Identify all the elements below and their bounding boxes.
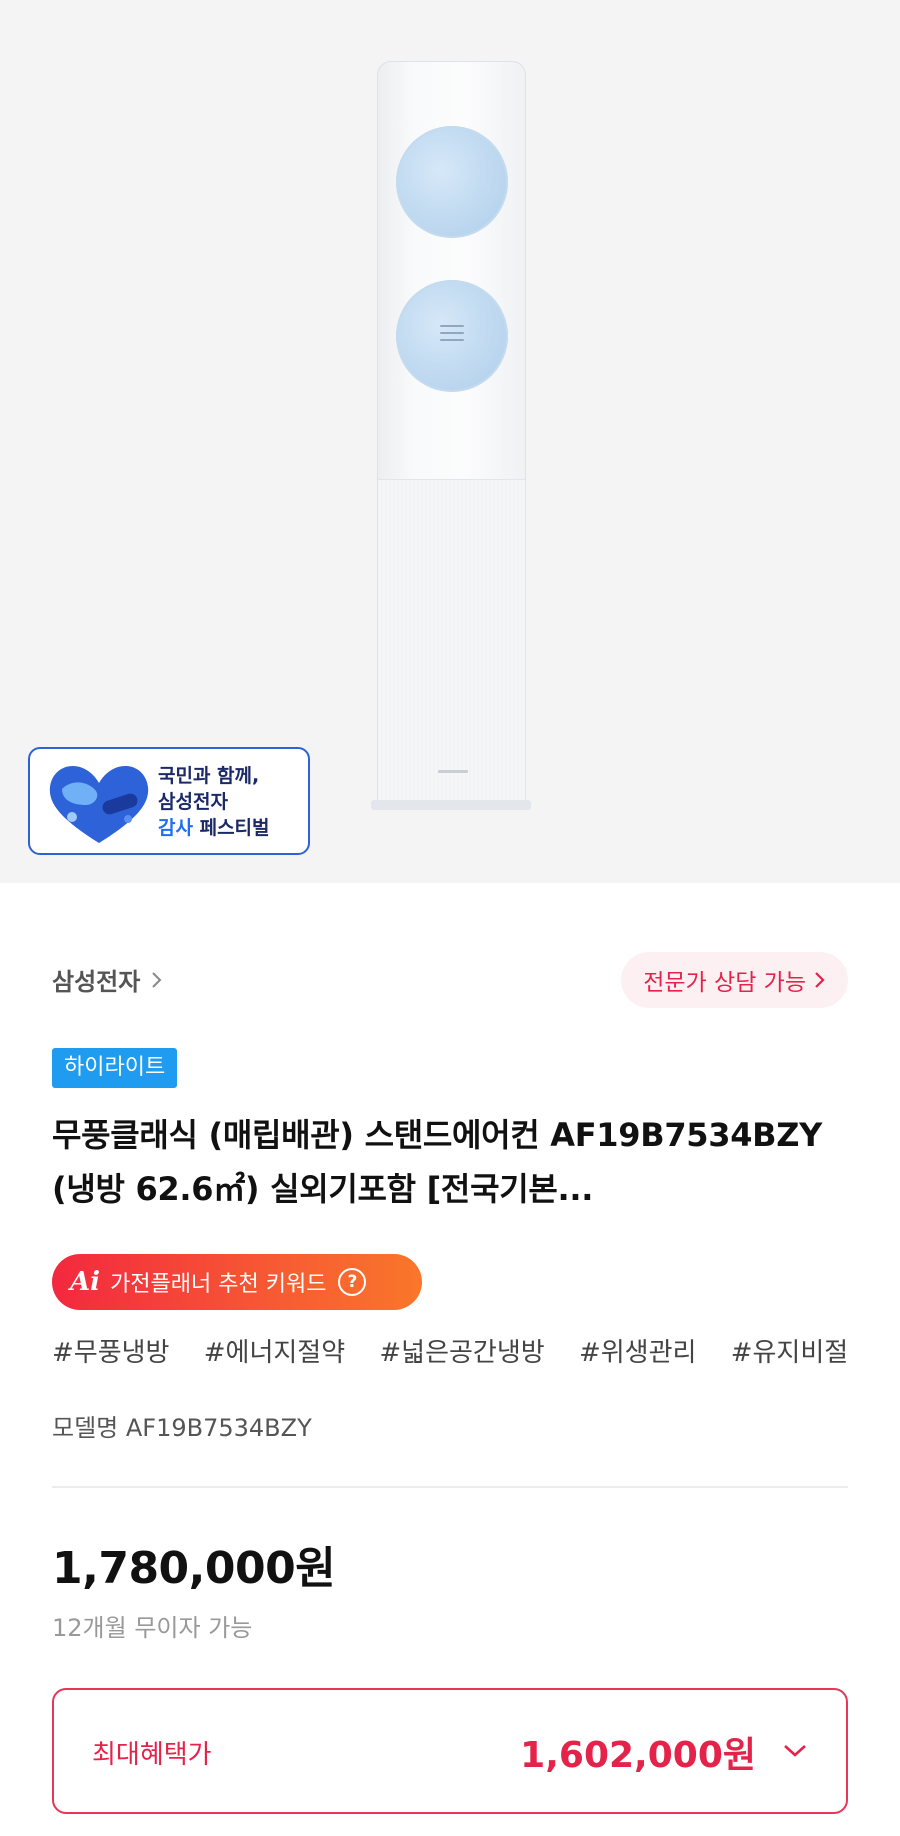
festival-badge: 국민과 함께, 삼성전자 감사 페스티벌 [28, 747, 310, 855]
ac-vent-upper [396, 126, 508, 238]
ac-base [371, 800, 531, 810]
keyword-tag[interactable]: #에너지절약 [204, 1338, 345, 1368]
keyword-tag[interactable]: #위생관리 [579, 1338, 696, 1368]
expert-consult-button[interactable]: 전문가 상담 가능 [621, 952, 848, 1008]
brand-link[interactable]: 삼성전자 [52, 962, 164, 997]
badge-line-2: 삼성전자 [158, 791, 228, 813]
badge-line-3-rest: 페스티벌 [192, 817, 270, 839]
ac-brand-mark [438, 770, 468, 773]
model-name: 모델명 AF19B7534BZY [52, 1414, 312, 1442]
product-title: 무풍클래식 (매립배관) 스탠드에어컨 AF19B7534BZY (냉방 62.… [52, 1116, 823, 1208]
keyword-tag[interactable]: #무풍냉방 [52, 1338, 169, 1368]
ac-lower-panel [378, 480, 525, 806]
badge-line-1: 국민과 함께, [158, 765, 260, 787]
ai-keyword-button[interactable]: Ai 가전플래너 추천 키워드 ? [52, 1254, 422, 1310]
max-benefit-label: 최대혜택가 [92, 1740, 212, 1770]
ac-display [436, 320, 468, 348]
ac-upper-panel [378, 62, 525, 480]
divider [52, 1486, 848, 1488]
highlight-badge: 하이라이트 [52, 1048, 178, 1088]
product-price: 1,780,000원 [52, 1543, 336, 1594]
ai-keyword-label: 가전플래너 추천 키워드 [110, 1272, 327, 1297]
help-circle-icon[interactable]: ? [338, 1268, 367, 1296]
badge-line-3-accent: 감사 [158, 817, 193, 839]
chevron-right-icon [815, 972, 825, 988]
brand-name: 삼성전자 [52, 968, 141, 996]
product-image[interactable]: 국민과 함께, 삼성전자 감사 페스티벌 [0, 0, 900, 883]
installment-info: 12개월 무이자 가능 [52, 1614, 253, 1642]
keyword-tag[interactable]: #넓은공간냉방 [379, 1338, 544, 1368]
chevron-down-icon [784, 1745, 806, 1757]
heart-emblem-icon [49, 765, 149, 843]
ai-logo: Ai [70, 1267, 101, 1297]
badge-line-3: 감사 페스티벌 [158, 815, 270, 841]
ac-vent-lower [396, 280, 508, 392]
chevron-right-icon [152, 971, 162, 988]
max-benefit-price-toggle[interactable]: 최대혜택가 1,602,000원 [52, 1688, 848, 1814]
keyword-tag[interactable]: #유지비절 [731, 1338, 848, 1368]
air-conditioner-illustration [377, 61, 526, 806]
keyword-tags: #무풍냉방 #에너지절약 #넓은공간냉방 #위생관리 #유지비절 [52, 1332, 874, 1369]
expert-consult-label: 전문가 상담 가능 [643, 970, 806, 996]
max-benefit-price: 1,602,000원 [520, 1735, 756, 1776]
badge-text: 국민과 함께, 삼성전자 감사 페스티벌 [158, 763, 270, 841]
